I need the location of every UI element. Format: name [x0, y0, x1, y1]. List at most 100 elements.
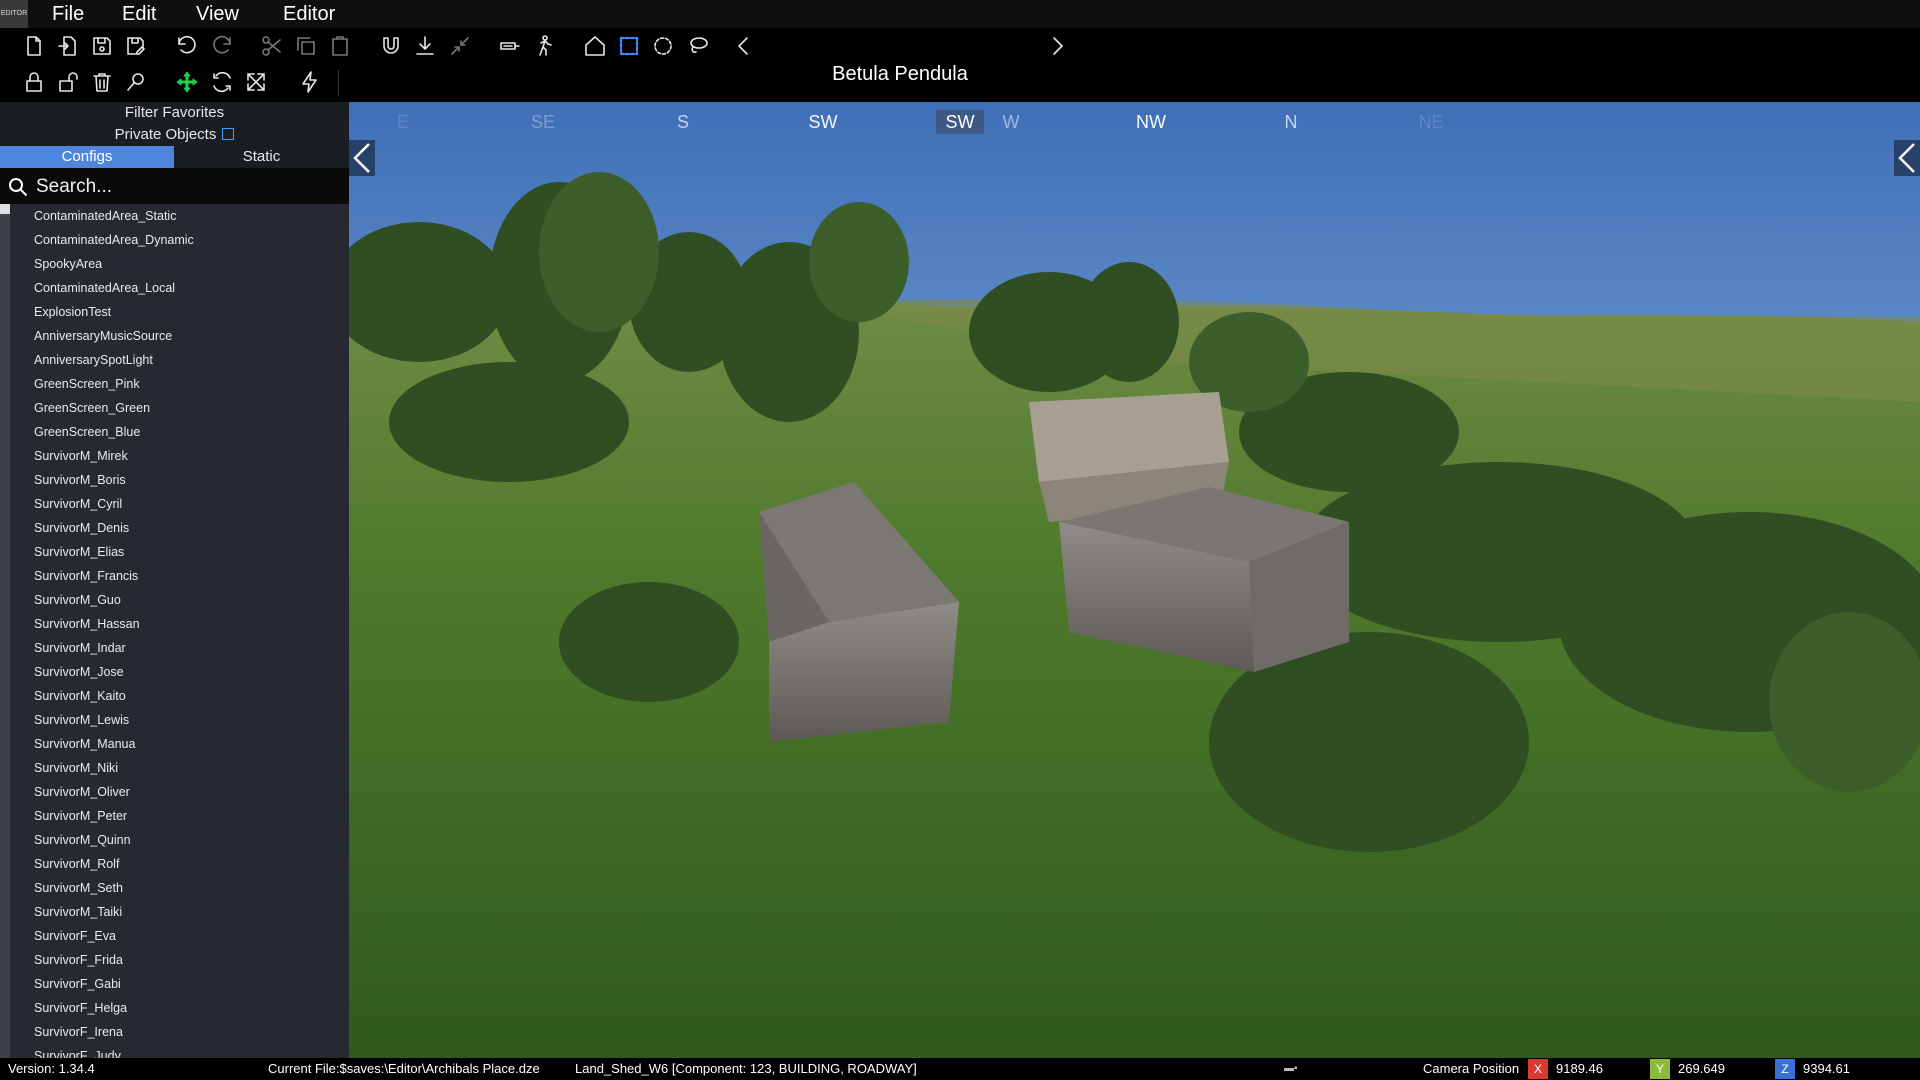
viewport-left-arrow[interactable]: [349, 140, 375, 176]
list-item[interactable]: ContaminatedArea_Dynamic: [10, 228, 349, 252]
scene-render: [349, 102, 1920, 1058]
menu-editor[interactable]: Editor: [283, 0, 335, 28]
current-file-label: Current File:$saves:\Editor\Archibals Pl…: [268, 1061, 540, 1076]
paste-icon[interactable]: [326, 32, 354, 60]
status-bar: Version: 1.34.4 Current File:$saves:\Edi…: [0, 1058, 1920, 1080]
lasso-select-icon[interactable]: [684, 32, 712, 60]
list-item[interactable]: SurvivorF_Helga: [10, 996, 349, 1020]
list-item[interactable]: SurvivorM_Rolf: [10, 852, 349, 876]
private-objects-checkbox[interactable]: [222, 128, 235, 140]
list-item[interactable]: SurvivorM_Hassan: [10, 612, 349, 636]
trash-icon[interactable]: [88, 68, 116, 96]
list-item[interactable]: SurvivorF_Eva: [10, 924, 349, 948]
list-item[interactable]: SurvivorM_Elias: [10, 540, 349, 564]
menu-file[interactable]: File: [52, 0, 84, 28]
tab-static[interactable]: Static: [174, 146, 349, 168]
list-item[interactable]: ExplosionTest: [10, 300, 349, 324]
compass-label: NE: [1418, 112, 1444, 132]
scale-icon[interactable]: [242, 68, 270, 96]
version-label: Version: 1.34.4: [8, 1061, 95, 1076]
rotate-icon[interactable]: [208, 68, 236, 96]
camera-x-value: 9189.46: [1556, 1061, 1603, 1076]
search-input[interactable]: [34, 172, 338, 202]
list-item[interactable]: SurvivorM_Peter: [10, 804, 349, 828]
list-item[interactable]: SurvivorM_Oliver: [10, 780, 349, 804]
list-item[interactable]: SurvivorM_Mirek: [10, 444, 349, 468]
compass-strip: E SE S SW SW W NW N NE: [349, 110, 1920, 134]
compass-label: S: [676, 112, 690, 132]
list-item[interactable]: GreenScreen_Blue: [10, 420, 349, 444]
redo-icon[interactable]: [208, 32, 236, 60]
home-icon[interactable]: [581, 32, 609, 60]
list-item[interactable]: SurvivorM_Lewis: [10, 708, 349, 732]
3d-viewport[interactable]: [349, 102, 1920, 1058]
circle-select-icon[interactable]: [649, 32, 677, 60]
camera-z-value: 9394.61: [1803, 1061, 1850, 1076]
list-item[interactable]: SurvivorM_Indar: [10, 636, 349, 660]
list-item[interactable]: ContaminatedArea_Static: [10, 204, 349, 228]
list-item[interactable]: SurvivorF_Gabi: [10, 972, 349, 996]
list-item[interactable]: GreenScreen_Pink: [10, 372, 349, 396]
magnet-icon[interactable]: [377, 32, 405, 60]
brush-icon[interactable]: [496, 32, 524, 60]
list-item[interactable]: SurvivorM_Cyril: [10, 492, 349, 516]
menu-view[interactable]: View: [196, 0, 239, 28]
private-objects-toggle[interactable]: Private Objects: [0, 124, 349, 146]
list-item[interactable]: SurvivorF_Irena: [10, 1020, 349, 1044]
save-as-icon[interactable]: [122, 32, 150, 60]
toolbar: Betula Pendula: [0, 28, 1920, 102]
list-item[interactable]: SurvivorM_Francis: [10, 564, 349, 588]
walk-icon[interactable]: [530, 32, 558, 60]
list-item[interactable]: SurvivorM_Jose: [10, 660, 349, 684]
move-icon[interactable]: [173, 68, 201, 96]
list-item[interactable]: ContaminatedArea_Local: [10, 276, 349, 300]
save-icon[interactable]: [88, 32, 116, 60]
ground-snap-icon[interactable]: [411, 32, 439, 60]
list-item[interactable]: SurvivorM_Seth: [10, 876, 349, 900]
collapse-icon[interactable]: [446, 32, 474, 60]
list-item[interactable]: GreenScreen_Green: [10, 396, 349, 420]
filter-favorites[interactable]: Filter Favorites: [0, 102, 349, 124]
list-item[interactable]: SpookyArea: [10, 252, 349, 276]
list-item[interactable]: SurvivorM_Quinn: [10, 828, 349, 852]
lock-icon[interactable]: [20, 68, 48, 96]
object-list: ContaminatedArea_Static ContaminatedArea_…: [10, 204, 349, 1058]
list-item[interactable]: SurvivorM_Niki: [10, 756, 349, 780]
compass-label: E: [396, 112, 410, 132]
list-item[interactable]: SurvivorM_Denis: [10, 516, 349, 540]
compass-label: NW: [1136, 112, 1166, 132]
object-title: Betula Pendula: [832, 63, 968, 85]
new-file-icon[interactable]: [20, 32, 48, 60]
tab-configs[interactable]: Configs: [0, 146, 174, 168]
list-item[interactable]: SurvivorF_Judy: [10, 1044, 349, 1058]
inspect-icon[interactable]: [122, 68, 150, 96]
list-scrollbar[interactable]: [0, 204, 10, 1058]
list-item[interactable]: SurvivorM_Guo: [10, 588, 349, 612]
private-objects-label: Private Objects: [114, 126, 217, 143]
camera-position-label: Camera Position: [1423, 1061, 1520, 1076]
box-select-icon[interactable]: [615, 32, 643, 60]
undo-icon[interactable]: [173, 32, 201, 60]
list-item[interactable]: SurvivorM_Taiki: [10, 900, 349, 924]
list-scroll-thumb[interactable]: [0, 204, 10, 214]
menu-edit[interactable]: Edit: [122, 0, 156, 28]
list-item[interactable]: SurvivorF_Frida: [10, 948, 349, 972]
cut-icon[interactable]: [258, 32, 286, 60]
prev-object-icon[interactable]: [730, 32, 758, 60]
unlock-icon[interactable]: [54, 68, 82, 96]
list-item[interactable]: AnniversarySpotLight: [10, 348, 349, 372]
list-item[interactable]: AnniversaryMusicSource: [10, 324, 349, 348]
list-item[interactable]: SurvivorM_Boris: [10, 468, 349, 492]
open-file-icon[interactable]: [54, 32, 82, 60]
list-item[interactable]: SurvivorM_Manua: [10, 732, 349, 756]
viewport-right-arrow[interactable]: [1894, 140, 1920, 176]
y-axis-badge: Y: [1650, 1059, 1670, 1079]
compass-label: SW: [808, 112, 838, 132]
z-axis-badge: Z: [1775, 1059, 1795, 1079]
compass-label: SW: [945, 112, 975, 132]
lightning-icon[interactable]: [296, 68, 324, 96]
copy-icon[interactable]: [292, 32, 320, 60]
next-object-icon[interactable]: [1043, 32, 1071, 60]
search-bar: [0, 168, 349, 204]
list-item[interactable]: SurvivorM_Kaito: [10, 684, 349, 708]
